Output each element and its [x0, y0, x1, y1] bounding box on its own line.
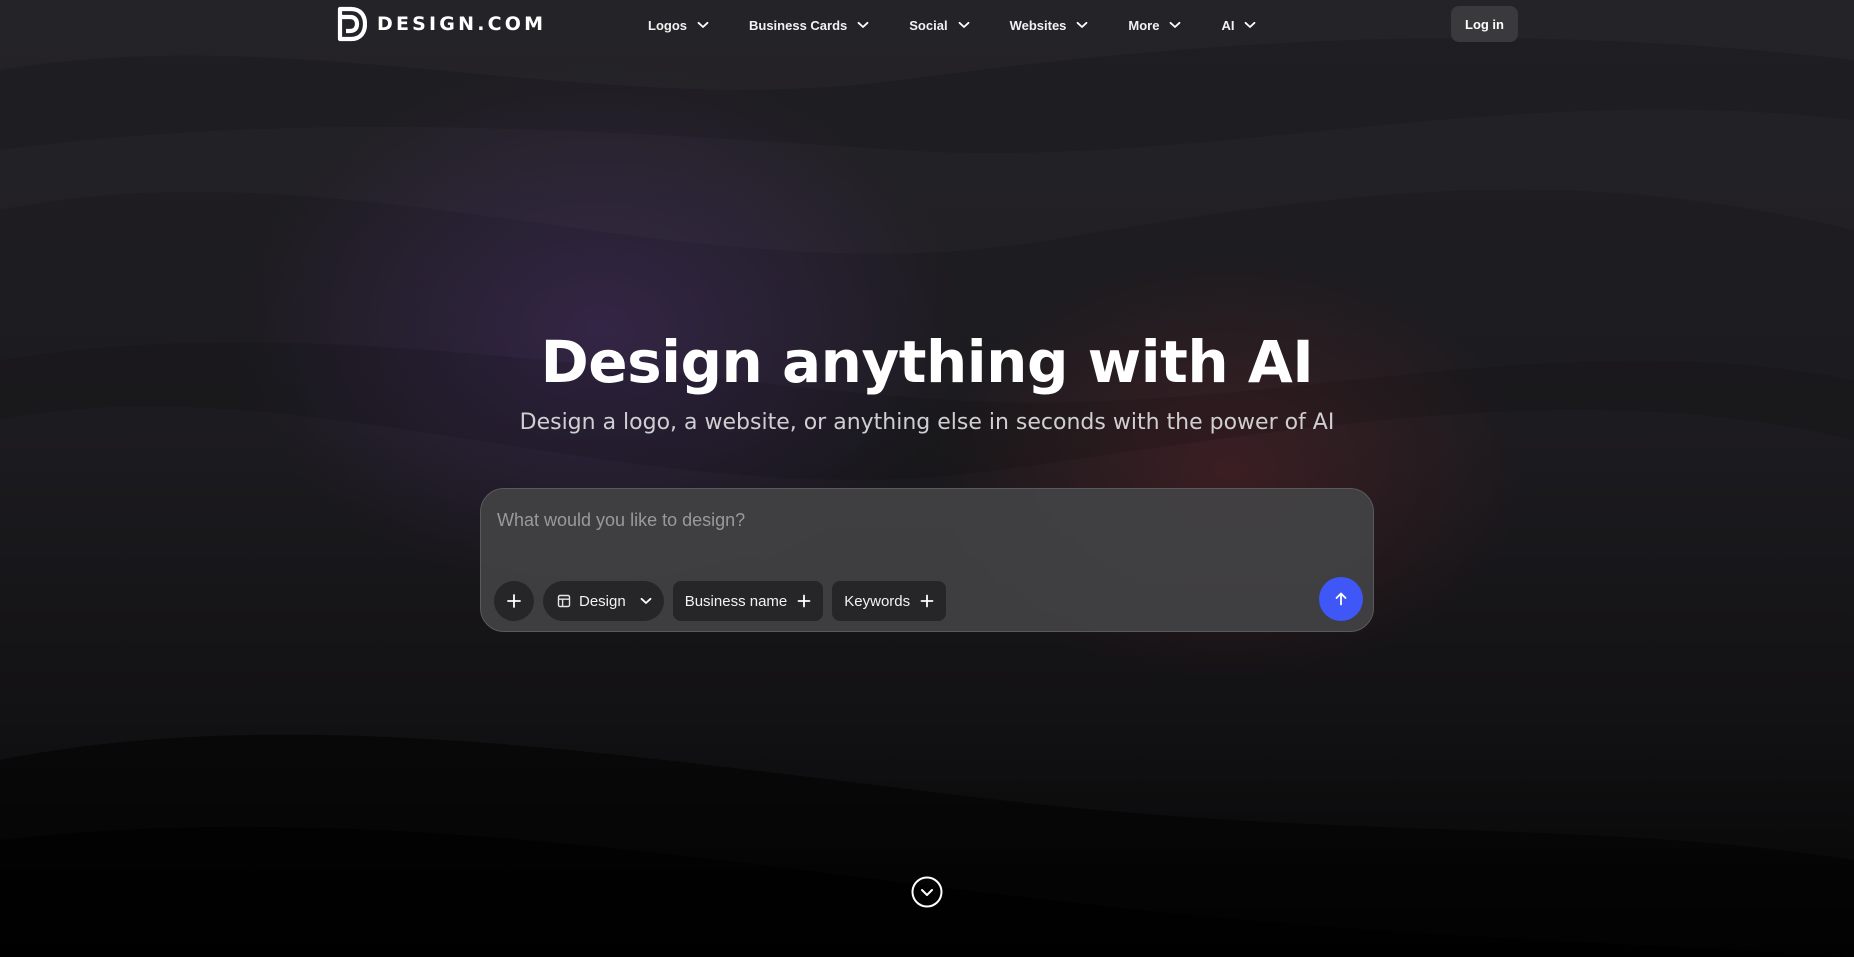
main-nav: Logos Business Cards Social Websites Mor… — [648, 13, 1256, 37]
design-prompt-input[interactable] — [497, 503, 1347, 537]
chevron-down-icon — [958, 21, 970, 29]
logo-wordmark: DESIGN.COM — [377, 13, 547, 35]
plus-icon — [920, 594, 934, 608]
add-business-name-button[interactable]: Business name — [672, 581, 824, 621]
nav-item-label: Social — [909, 17, 948, 33]
business-name-label: Business name — [684, 592, 788, 610]
nav-item-label: Business Cards — [749, 17, 848, 33]
nav-item-label: More — [1128, 17, 1160, 33]
site-header: DESIGN.COM Logos Business Cards Social W… — [0, 0, 1854, 50]
scroll-down-button[interactable] — [911, 876, 943, 908]
nav-item-logos[interactable]: Logos — [648, 18, 709, 33]
add-keywords-button[interactable]: Keywords — [832, 581, 947, 621]
chevron-down-icon — [1169, 21, 1181, 29]
nav-item-social[interactable]: Social — [909, 18, 969, 33]
layout-template-icon — [557, 594, 571, 608]
site-logo[interactable]: DESIGN.COM — [337, 6, 546, 42]
nav-item-ai[interactable]: AI — [1221, 18, 1256, 33]
chevron-down-icon — [1076, 21, 1088, 29]
circle-chevron-down-icon — [911, 876, 943, 908]
hero-subtitle: Design a logo, a website, or anything el… — [519, 410, 1335, 435]
nav-item-label: Logos — [648, 17, 687, 33]
submit-prompt-button[interactable] — [1319, 577, 1363, 621]
login-button[interactable]: Log in — [1451, 6, 1518, 42]
chevron-down-icon — [1244, 21, 1256, 29]
chevron-down-icon — [640, 597, 652, 604]
design-com-logo-icon — [337, 6, 367, 42]
design-prompt-box: Design Business name Keywords — [480, 488, 1374, 632]
prompt-controls: Design Business name Keywords — [494, 581, 947, 621]
plus-icon — [507, 594, 521, 608]
nav-item-business-cards[interactable]: Business Cards — [749, 18, 869, 33]
nav-item-label: Websites — [1009, 17, 1067, 33]
design-type-select[interactable]: Design — [543, 581, 664, 621]
nav-item-label: AI — [1221, 17, 1235, 33]
chevron-down-icon — [857, 21, 869, 29]
chevron-down-icon — [697, 21, 709, 29]
design-type-label: Design — [579, 592, 626, 610]
keywords-label: Keywords — [844, 592, 911, 610]
nav-item-more[interactable]: More — [1128, 18, 1181, 33]
arrow-up-icon — [1335, 592, 1347, 606]
plus-icon — [797, 594, 811, 608]
nav-item-websites[interactable]: Websites — [1010, 18, 1089, 33]
page: DESIGN.COM Logos Business Cards Social W… — [0, 0, 1854, 957]
add-attachment-button[interactable] — [494, 581, 534, 621]
hero-title: Design anything with AI — [540, 328, 1314, 396]
background-waves — [0, 342, 1854, 957]
